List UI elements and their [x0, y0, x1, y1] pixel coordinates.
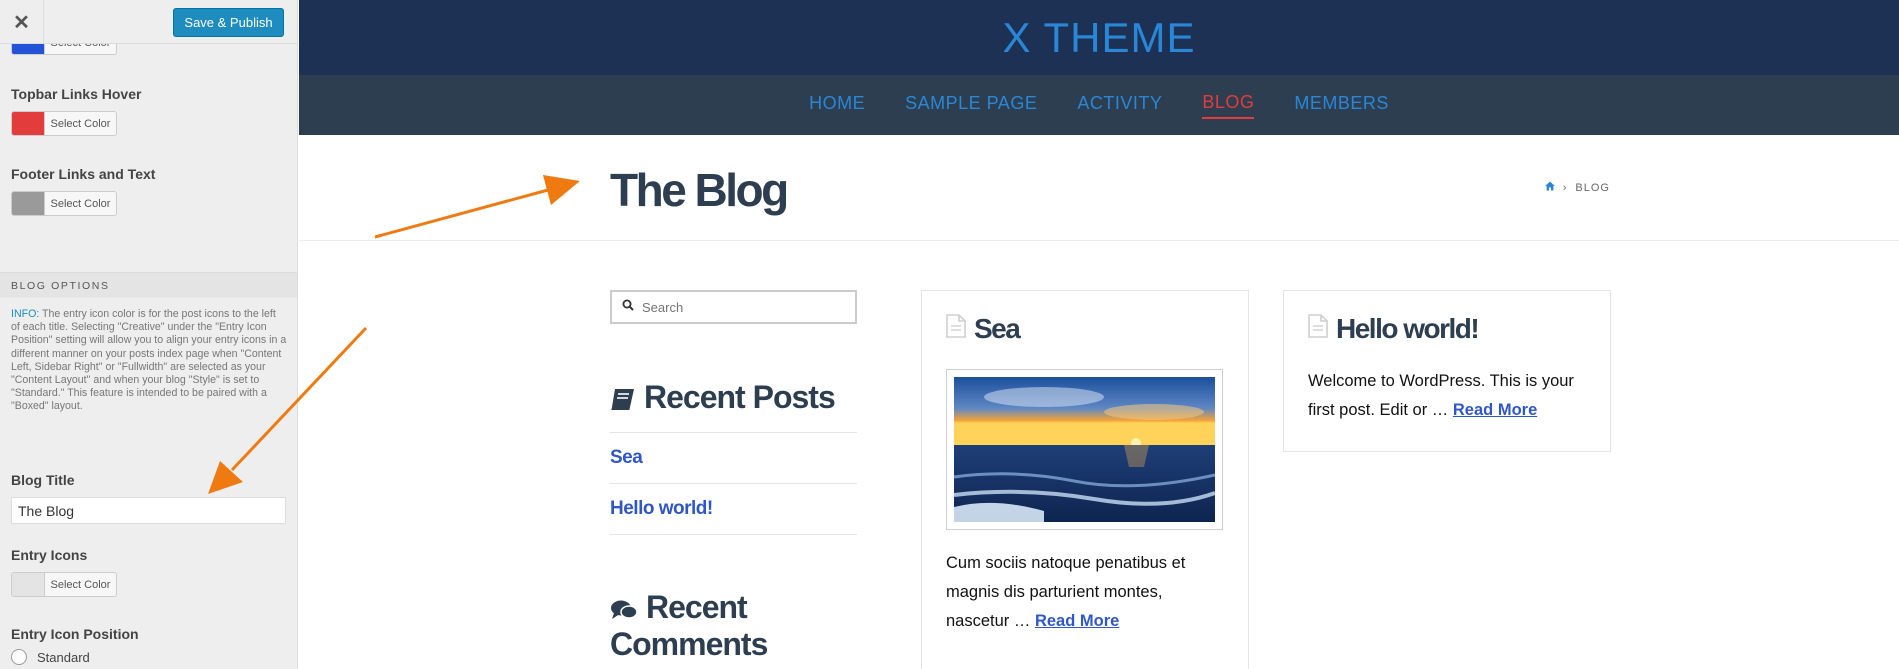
entry-icons-label: Entry Icons [11, 547, 88, 563]
main-navigation: HOME SAMPLE PAGE ACTIVITY BLOG MEMBERS [299, 75, 1899, 135]
blog-title-label: Blog Title [11, 472, 75, 488]
post-excerpt: Welcome to WordPress. This is your first… [1308, 367, 1593, 425]
page-title: The Blog [610, 164, 789, 216]
read-more-link[interactable]: Read More [1035, 612, 1119, 630]
featured-image [954, 377, 1215, 522]
topbar-links-hover-color-picker[interactable]: Select Color [11, 111, 117, 136]
nav-blog[interactable]: BLOG [1202, 92, 1255, 119]
search-input[interactable] [642, 299, 832, 315]
breadcrumb-current: BLOG [1575, 181, 1610, 194]
breadcrumb-separator: › [1562, 181, 1568, 194]
home-icon[interactable] [1544, 181, 1555, 194]
save-publish-button[interactable]: Save & Publish [173, 8, 284, 37]
recent-comments-title: Recent Comments [610, 590, 860, 661]
info-label: INFO: [11, 308, 40, 320]
post-title-link[interactable]: Hello world! [1336, 313, 1480, 345]
search-icon [622, 298, 634, 316]
nav-sample-page[interactable]: SAMPLE PAGE [905, 93, 1037, 118]
nav-home[interactable]: HOME [809, 93, 865, 118]
topbar-links-hover-label: Topbar Links Hover [11, 86, 142, 102]
footer-links-color-picker[interactable]: Select Color [11, 191, 117, 216]
post-card-sea: Sea Cum sociis natoque penatibus et magn… [921, 290, 1249, 669]
comments-icon [610, 593, 638, 627]
nav-members[interactable]: MEMBERS [1294, 93, 1389, 118]
color-swatch [12, 192, 44, 215]
masthead: X THEME [299, 0, 1899, 75]
post-card-hello-world: Hello world! Welcome to WordPress. This … [1283, 290, 1611, 452]
featured-image-frame[interactable] [946, 369, 1223, 530]
search-field[interactable] [610, 290, 857, 324]
recent-post-link[interactable]: Sea [610, 447, 643, 469]
blog-options-heading: BLOG OPTIONS [0, 272, 297, 298]
site-preview: X THEME HOME SAMPLE PAGE ACTIVITY BLOG M… [299, 0, 1899, 669]
radio-standard[interactable] [11, 649, 27, 665]
recent-post-item: Hello world! [610, 483, 857, 534]
landmark-header: The Blog › BLOG [299, 135, 1899, 241]
post-title-link[interactable]: Sea [974, 313, 1021, 345]
document-icon [946, 313, 966, 345]
recent-posts-divider [610, 534, 857, 535]
read-more-link[interactable]: Read More [1453, 401, 1537, 419]
close-button[interactable]: ✕ [0, 0, 44, 44]
customizer-sidebar: ✕ Save & Publish Select Color Topbar Lin… [0, 0, 298, 669]
close-icon: ✕ [13, 11, 30, 34]
customizer-header: ✕ Save & Publish [0, 0, 297, 44]
breadcrumb: › BLOG [1544, 181, 1610, 194]
post-title: Hello world! [1308, 313, 1480, 345]
document-icon [1308, 313, 1328, 345]
footer-links-label: Footer Links and Text [11, 166, 156, 182]
select-color-label: Select Color [44, 112, 116, 135]
entry-icons-color-picker[interactable]: Select Color [11, 572, 117, 597]
recent-post-link[interactable]: Hello world! [610, 498, 713, 520]
nav-activity[interactable]: ACTIVITY [1077, 93, 1162, 118]
color-swatch [12, 112, 44, 135]
site-logo[interactable]: X THEME [299, 0, 1899, 75]
recent-posts-title-text: Recent Posts [644, 379, 836, 415]
post-title: Sea [946, 313, 1021, 345]
post-excerpt: Cum sociis natoque penatibus et magnis d… [946, 549, 1226, 636]
color-swatch [12, 573, 44, 596]
info-text: The entry icon color is for the post ico… [11, 308, 287, 413]
select-color-label: Select Color [44, 192, 116, 215]
book-icon [610, 383, 636, 417]
recent-post-item: Sea [610, 432, 857, 483]
blog-title-input[interactable] [11, 497, 286, 524]
blog-options-info: INFO: The entry icon color is for the po… [11, 308, 287, 414]
select-color-label: Select Color [44, 573, 116, 596]
radio-standard-option[interactable]: Standard [11, 649, 90, 665]
radio-standard-label: Standard [37, 649, 90, 665]
recent-posts-title: Recent Posts [610, 379, 836, 417]
entry-icon-position-label: Entry Icon Position [11, 626, 139, 642]
